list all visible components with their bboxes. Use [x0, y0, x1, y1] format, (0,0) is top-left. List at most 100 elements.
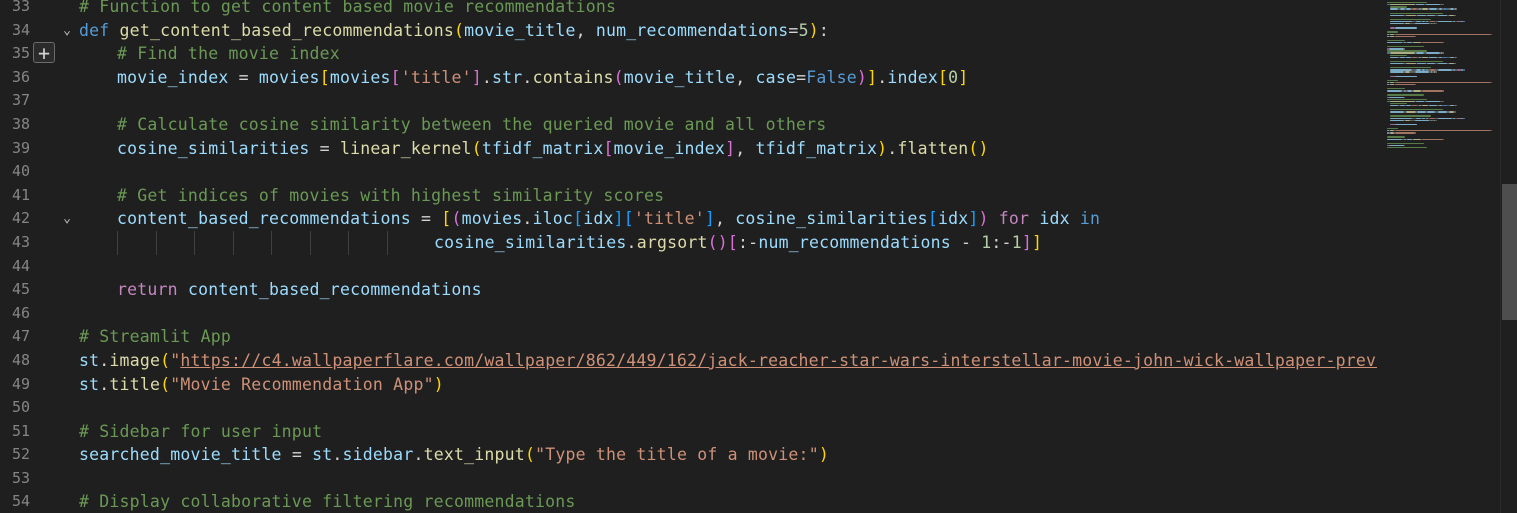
code-text: # Streamlit App — [79, 325, 231, 349]
minimap-stroke — [1404, 96, 1405, 98]
code-line[interactable]: 39 cosine_similarities = linear_kernel(tf… — [0, 137, 1377, 161]
minimap-stroke — [1390, 56, 1398, 58]
minimap-stroke — [1404, 144, 1405, 147]
code-token: 1 — [1011, 232, 1022, 252]
code-token: = — [228, 67, 259, 87]
minimap-stroke — [1395, 132, 1415, 134]
code-line[interactable]: 38 # Calculate cosine similarity between … — [0, 113, 1377, 137]
code-line[interactable]: 53 — [0, 467, 1377, 491]
line-number: 51 — [11, 421, 30, 440]
minimap-stroke — [1417, 62, 1426, 65]
line-number: 52 — [11, 445, 30, 464]
minimap-stroke — [1387, 94, 1424, 96]
code-token: searched_movie_title — [79, 445, 282, 465]
code-line[interactable]: 44 — [0, 255, 1377, 279]
code-editor[interactable]: 33 # Function to get content based movie … — [0, 0, 1377, 513]
code-token: () — [707, 232, 728, 252]
line-number: 40 — [11, 162, 30, 181]
code-line[interactable]: 42 ⌄ content_based_recommendations = [(mov… — [0, 207, 1377, 231]
code-token: # Function to get content based movie re… — [79, 0, 617, 16]
code-line[interactable]: 47 # Streamlit App — [0, 325, 1377, 349]
code-token: num_recommendations — [595, 20, 789, 40]
minimap[interactable] — [1377, 0, 1500, 513]
code-token: ) — [856, 67, 868, 87]
minimap-stroke — [1390, 23, 1404, 25]
minimap-stroke — [1436, 71, 1437, 73]
code-line[interactable]: 48 st.image("https://c4.wallpaperflare.co… — [0, 349, 1377, 373]
line-number: 35 — [11, 44, 30, 63]
scrollbar-thumb[interactable] — [1502, 184, 1517, 320]
code-line[interactable]: 52 searched_movie_title = st.sidebar.text… — [0, 443, 1377, 467]
code-line[interactable]: 37 — [0, 89, 1377, 113]
code-token: , — [735, 138, 756, 158]
minimap-stroke — [1415, 132, 1416, 134]
chevron-down-icon[interactable]: ⌄ — [58, 19, 76, 43]
code-token: . — [887, 138, 898, 158]
line-number: 45 — [11, 280, 30, 299]
code-token: index — [887, 67, 938, 87]
line-number: 54 — [11, 492, 30, 511]
code-token: . — [99, 374, 110, 394]
code-token: = — [281, 445, 313, 465]
minimap-stroke — [1395, 75, 1417, 77]
code-lines: 33 # Function to get content based movie … — [0, 0, 1377, 513]
code-token: content_based_recommendations — [187, 280, 482, 300]
minimap-stroke — [1426, 4, 1440, 6]
code-line[interactable]: 40 — [0, 160, 1377, 184]
code-line[interactable]: 33 # Function to get content based movie … — [0, 0, 1377, 19]
minimap-stroke — [1390, 115, 1431, 117]
minimap-stroke — [1416, 100, 1424, 103]
minimap-stroke — [1438, 69, 1452, 71]
minimap-stroke — [1422, 41, 1443, 44]
code-token: [ — [603, 138, 614, 158]
minimap-stroke — [1387, 39, 1405, 42]
code-line[interactable]: 34 ⌄ def get_content_based_recommendations… — [0, 19, 1377, 43]
minimap-stroke — [1454, 62, 1456, 65]
chevron-down-icon[interactable]: ⌄ — [58, 207, 76, 231]
code-token: False — [806, 67, 857, 87]
line-number: 48 — [11, 350, 30, 369]
minimap-stroke — [1456, 8, 1457, 10]
minimap-stroke — [1390, 100, 1415, 103]
line-number: 44 — [11, 256, 30, 275]
code-line[interactable]: 51 # Sidebar for user input — [0, 420, 1377, 444]
code-token: movie_title — [623, 67, 736, 87]
code-line[interactable]: 36 movie_index = movies[movies['title'].s… — [0, 66, 1377, 90]
code-text: # Calculate cosine similarity between th… — [117, 113, 826, 137]
code-line[interactable]: 49 st.title("Movie Recommendation App") — [0, 373, 1377, 397]
minimap-stroke — [1387, 146, 1427, 149]
code-text: st.image("https://c4.wallpaperflare.com/… — [79, 349, 1377, 373]
code-token: . — [522, 209, 533, 229]
minimap-stroke — [1390, 18, 1431, 21]
code-token: () — [968, 138, 989, 158]
minimap-stroke — [1395, 123, 1417, 126]
code-token: num_recommendations — [758, 232, 951, 252]
code-line[interactable]: 45 return content_based_recommendations — [0, 278, 1377, 302]
code-line[interactable]: 41 # Get indices of movies with highest s… — [0, 184, 1377, 208]
code-line[interactable]: 46 — [0, 302, 1377, 326]
code-token: # Get indices of movies with highest sim… — [117, 185, 665, 205]
code-token: image — [109, 350, 161, 370]
minimap-stroke — [1429, 8, 1437, 10]
plus-icon[interactable]: + — [33, 42, 55, 64]
code-token: idx — [583, 209, 614, 229]
code-line[interactable]: 54 # Display collaborative filtering reco… — [0, 490, 1377, 513]
code-token: # Display collaborative filtering recomm… — [79, 492, 576, 512]
line-number: 36 — [11, 67, 30, 86]
code-line[interactable]: 43 cosine_similarities.argsort()[:-num_re… — [0, 230, 1377, 255]
code-token: content_based_recommendations — [117, 209, 411, 229]
minimap-stroke — [1443, 41, 1444, 44]
code-line[interactable]: 50 — [0, 396, 1377, 420]
code-token: . — [99, 350, 110, 370]
code-token: sidebar — [342, 445, 414, 465]
vertical-scrollbar[interactable] — [1500, 0, 1517, 513]
minimap-stroke — [1415, 83, 1416, 86]
code-line[interactable]: 35 + # Find the movie index — [0, 42, 1377, 66]
code-text: st.title("Movie Recommendation App") — [79, 373, 444, 397]
minimap-stroke — [1443, 100, 1444, 103]
code-token: [ — [927, 209, 938, 229]
code-token: movies — [258, 67, 320, 87]
minimap-stroke — [1436, 23, 1437, 25]
minimap-stroke — [1396, 81, 1490, 84]
line-number: 47 — [11, 327, 30, 346]
